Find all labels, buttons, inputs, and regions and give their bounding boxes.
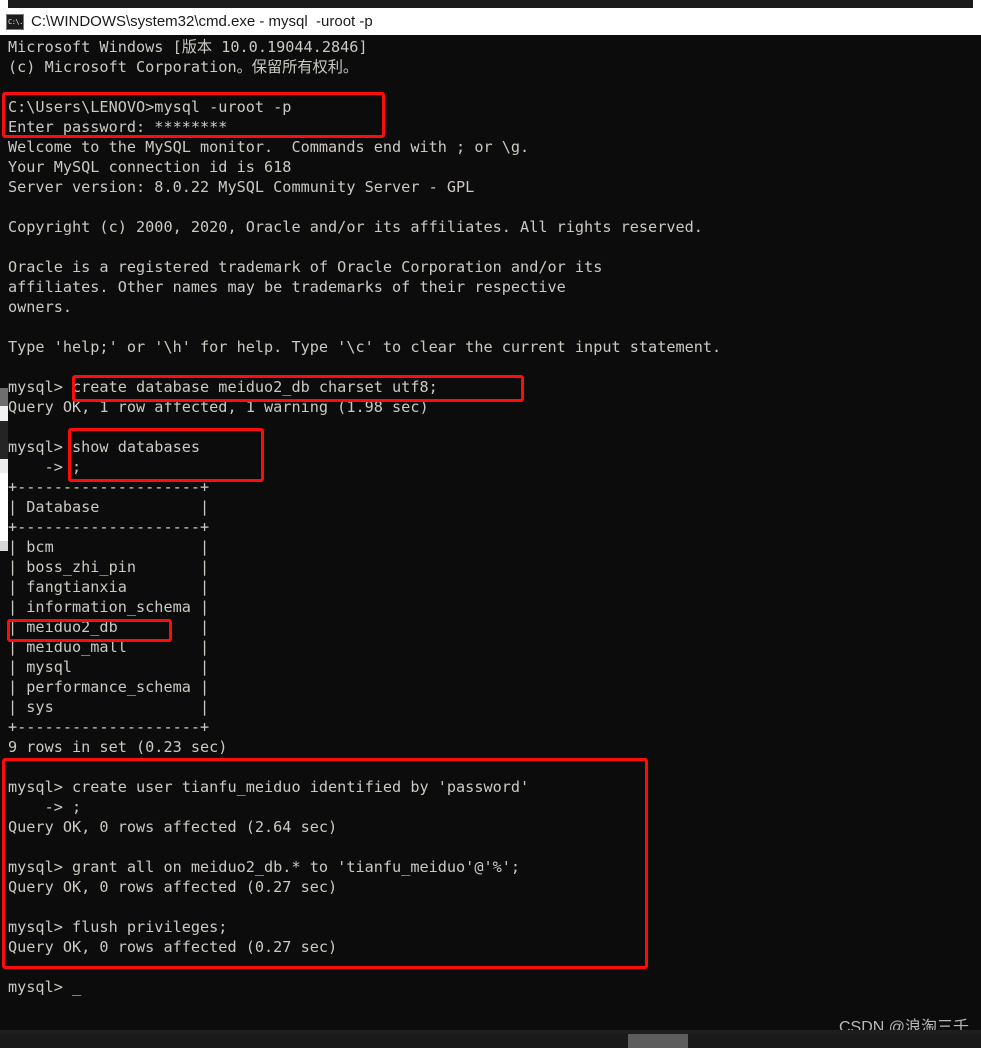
terminal-line: Welcome to the MySQL monitor. Commands e… (8, 138, 530, 156)
console-output-area[interactable]: Microsoft Windows [版本 10.0.19044.2846] (c… (0, 35, 981, 1030)
vertical-scrollbar[interactable] (0, 35, 8, 1048)
terminal-line: -> ; (8, 458, 82, 476)
terminal-line: mysql> create database meiduo2_db charse… (8, 378, 438, 396)
terminal-line: +--------------------+ (8, 518, 210, 536)
terminal-line: Query OK, 0 rows affected (0.27 sec) (8, 878, 338, 896)
terminal-line: -> ; (8, 798, 82, 816)
scrollbar-segment (0, 35, 8, 388)
terminal-line: | meiduo_mall | (8, 638, 210, 656)
terminal-line: 9 rows in set (0.23 sec) (8, 738, 228, 756)
cmd-console-icon (6, 13, 24, 30)
horizontal-scrollbar[interactable] (0, 1030, 981, 1048)
scrollbar-segment (0, 473, 8, 541)
scrollbar-segment (0, 459, 8, 473)
terminal-line: | performance_schema | (8, 678, 210, 696)
terminal-line: Oracle is a registered trademark of Orac… (8, 258, 603, 276)
terminal-line: | sys | (8, 698, 210, 716)
terminal-line: Server version: 8.0.22 MySQL Community S… (8, 178, 475, 196)
terminal-line: Query OK, 0 rows affected (2.64 sec) (8, 818, 338, 836)
terminal-line: | information_schema | (8, 598, 210, 616)
scrollbar-segment (0, 551, 8, 1048)
terminal-line: Query OK, 0 rows affected (0.27 sec) (8, 938, 338, 956)
scrollbar-segment (0, 541, 8, 551)
terminal-line: Copyright (c) 2000, 2020, Oracle and/or … (8, 218, 703, 236)
terminal-line: C:\Users\LENOVO>mysql -uroot -p (8, 98, 292, 116)
terminal-line: mysql> create user tianfu_meiduo identif… (8, 778, 530, 796)
top-gap-dark (8, 0, 973, 8)
terminal-line: Query OK, 1 row affected, 1 warning (1.9… (8, 398, 429, 416)
terminal-line: | meiduo2_db | (8, 618, 210, 636)
window-title-bar[interactable]: C:\WINDOWS\system32\cmd.exe - mysql -uro… (0, 8, 981, 35)
terminal-line: | fangtianxia | (8, 578, 210, 596)
terminal-line: | bcm | (8, 538, 210, 556)
screenshot-root: C:\WINDOWS\system32\cmd.exe - mysql -uro… (0, 0, 981, 1048)
terminal-line: Your MySQL connection id is 618 (8, 158, 292, 176)
horizontal-scrollbar-thumb[interactable] (628, 1034, 688, 1048)
terminal-line: +--------------------+ (8, 478, 210, 496)
terminal-line: affiliates. Other names may be trademark… (8, 278, 566, 296)
terminal-line: owners. (8, 298, 73, 316)
window-title: C:\WINDOWS\system32\cmd.exe - mysql -uro… (31, 13, 373, 30)
terminal-line: | Database | (8, 498, 210, 516)
terminal-line: mysql> grant all on meiduo2_db.* to 'tia… (8, 858, 521, 876)
terminal-line: | boss_zhi_pin | (8, 558, 210, 576)
horizontal-scrollbar-track[interactable] (0, 1034, 981, 1048)
terminal-line: mysql> show databases (8, 438, 201, 456)
terminal-line: Type 'help;' or '\h' for help. Type '\c'… (8, 338, 722, 356)
scrollbar-segment (0, 421, 8, 459)
terminal-line: Microsoft Windows [版本 10.0.19044.2846] (8, 38, 368, 56)
terminal-line: +--------------------+ (8, 718, 210, 736)
terminal-line: | mysql | (8, 658, 210, 676)
terminal-line: (c) Microsoft Corporation。保留所有权利。 (8, 58, 359, 76)
terminal-text: Microsoft Windows [版本 10.0.19044.2846] (c… (8, 37, 721, 997)
terminal-line: Enter password: ******** (8, 118, 228, 136)
scrollbar-segment (0, 406, 8, 421)
terminal-line: mysql> _ (8, 978, 82, 996)
terminal-line: mysql> flush privileges; (8, 918, 228, 936)
scrollbar-segment (0, 388, 8, 406)
